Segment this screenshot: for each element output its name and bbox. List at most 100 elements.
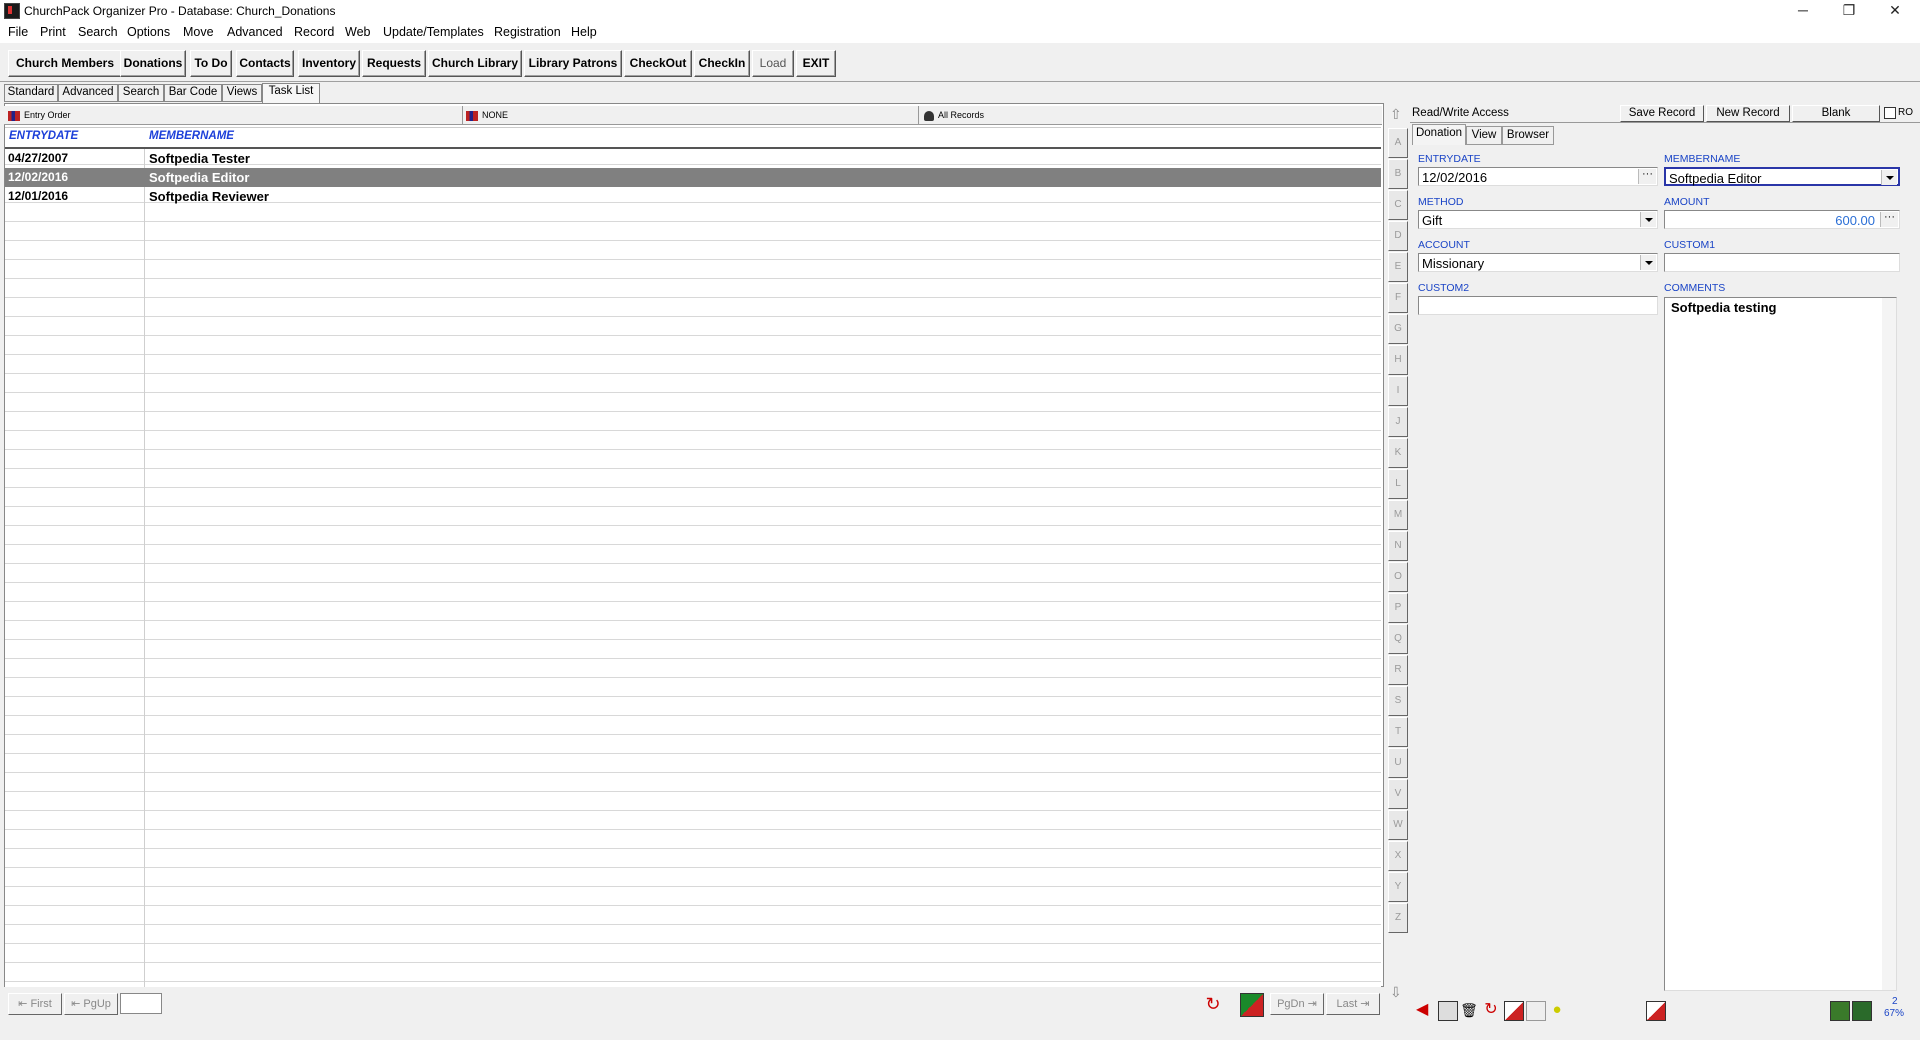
delete-record-icon[interactable]	[1504, 1001, 1524, 1021]
lightbulb-icon[interactable]: ●	[1548, 1001, 1566, 1019]
first-button[interactable]: ⇤ First	[8, 993, 62, 1015]
inventory-button[interactable]: Inventory	[298, 50, 360, 77]
new-record-button[interactable]: New Record	[1706, 105, 1790, 122]
order-selector[interactable]: Entry Order	[4, 106, 463, 124]
print-icon[interactable]	[1438, 1001, 1458, 1021]
blank-button[interactable]: Blank	[1792, 105, 1880, 122]
exit-button[interactable]: EXIT	[796, 50, 836, 77]
checkout-button[interactable]: CheckOut	[624, 50, 692, 77]
tab-standard[interactable]: Standard	[4, 84, 58, 102]
alpha-index-l[interactable]: L	[1388, 469, 1408, 499]
copy-record-icon[interactable]	[1526, 1001, 1546, 1021]
menu-help[interactable]: Help	[571, 25, 597, 39]
alpha-index-w[interactable]: W	[1388, 810, 1408, 840]
alpha-index-q[interactable]: Q	[1388, 624, 1408, 654]
chevron-down-icon[interactable]	[1640, 255, 1656, 270]
alpha-index-r[interactable]: R	[1388, 655, 1408, 685]
chevron-down-icon[interactable]	[1881, 170, 1897, 185]
load-button[interactable]: Load	[752, 50, 794, 77]
table-row[interactable]: 04/27/2007 Softpedia Tester	[5, 149, 1381, 168]
maximize-button[interactable]: ❐	[1826, 0, 1872, 22]
filter-selector[interactable]: NONE	[462, 106, 919, 124]
scroll-down-icon[interactable]: ⇩	[1390, 984, 1402, 1001]
comments-textarea[interactable]: Softpedia testing	[1664, 297, 1897, 991]
alpha-index-d[interactable]: D	[1388, 221, 1408, 251]
tab-view[interactable]: View	[1466, 126, 1502, 145]
alpha-index-x[interactable]: X	[1388, 841, 1408, 871]
tab-bar-code[interactable]: Bar Code	[164, 84, 222, 102]
alpha-index-m[interactable]: M	[1388, 500, 1408, 530]
custom1-field[interactable]	[1664, 253, 1900, 272]
membername-dropdown[interactable]: Softpedia Editor	[1664, 167, 1900, 186]
alpha-index-k[interactable]: K	[1388, 438, 1408, 468]
menu-advanced[interactable]: Advanced	[227, 25, 283, 39]
alpha-index-a[interactable]: A	[1388, 128, 1408, 158]
pgup-button[interactable]: ⇤ PgUp	[64, 993, 118, 1015]
table-row-selected[interactable]: 12/02/2016 Softpedia Editor	[5, 168, 1381, 187]
alpha-index-f[interactable]: F	[1388, 283, 1408, 313]
menu-web[interactable]: Web	[345, 25, 370, 39]
menu-registration[interactable]: Registration	[494, 25, 561, 39]
records-selector[interactable]: All Records	[918, 106, 1382, 124]
goto-record-input[interactable]	[120, 993, 162, 1014]
alpha-index-g[interactable]: G	[1388, 314, 1408, 344]
alpha-index-c[interactable]: C	[1388, 190, 1408, 220]
alpha-index-s[interactable]: S	[1388, 686, 1408, 716]
import-icon[interactable]	[1852, 1001, 1872, 1021]
minimize-button[interactable]: ─	[1780, 0, 1826, 22]
column-header-membername[interactable]: MEMBERNAME	[149, 130, 234, 142]
table-row[interactable]: 12/01/2016 Softpedia Reviewer	[5, 187, 1381, 206]
grid-options-icon[interactable]	[1240, 993, 1264, 1017]
tab-views[interactable]: Views	[222, 84, 262, 102]
account-dropdown[interactable]: Missionary	[1418, 253, 1658, 272]
calculator-button[interactable]: ···	[1880, 212, 1898, 227]
requests-button[interactable]: Requests	[362, 50, 426, 77]
close-button[interactable]: ✕	[1872, 0, 1918, 22]
menu-search[interactable]: Search	[78, 25, 118, 39]
alpha-index-i[interactable]: I	[1388, 376, 1408, 406]
tab-donation[interactable]: Donation	[1412, 124, 1466, 145]
read-only-checkbox[interactable]	[1884, 107, 1896, 119]
contacts-button[interactable]: Contacts	[236, 50, 294, 77]
alpha-index-v[interactable]: V	[1388, 779, 1408, 809]
scroll-up-icon[interactable]: ⇧	[1390, 106, 1402, 123]
menu-record[interactable]: Record	[294, 25, 334, 39]
alpha-index-n[interactable]: N	[1388, 531, 1408, 561]
alpha-index-u[interactable]: U	[1388, 748, 1408, 778]
tab-browser[interactable]: Browser	[1502, 126, 1554, 145]
entrydate-field[interactable]: 12/02/2016 ···	[1418, 167, 1658, 186]
pgdn-button[interactable]: PgDn ⇥	[1270, 993, 1324, 1015]
library-patrons-button[interactable]: Library Patrons	[524, 50, 622, 77]
alpha-index-o[interactable]: O	[1388, 562, 1408, 592]
alpha-index-h[interactable]: H	[1388, 345, 1408, 375]
menu-move[interactable]: Move	[183, 25, 214, 39]
reports-icon[interactable]	[1646, 1001, 1666, 1021]
alpha-index-p[interactable]: P	[1388, 593, 1408, 623]
amount-field[interactable]: 600.00 ···	[1664, 210, 1900, 229]
church-library-button[interactable]: Church Library	[428, 50, 522, 77]
menu-update-templates[interactable]: Update/Templates	[383, 25, 484, 39]
last-button[interactable]: Last ⇥	[1326, 993, 1380, 1015]
trash-icon[interactable]: 🗑	[1460, 1001, 1478, 1019]
alpha-index-z[interactable]: Z	[1388, 903, 1408, 933]
tab-search[interactable]: Search	[118, 84, 164, 102]
todo-button[interactable]: To Do	[190, 50, 232, 77]
back-arrow-icon[interactable]: ◀	[1416, 1001, 1434, 1019]
chevron-down-icon[interactable]	[1640, 212, 1656, 227]
undo-icon[interactable]: ↻	[1482, 1001, 1500, 1019]
checkin-button[interactable]: CheckIn	[694, 50, 750, 77]
menu-options[interactable]: Options	[127, 25, 170, 39]
date-picker-button[interactable]: ···	[1638, 169, 1656, 184]
alpha-index-e[interactable]: E	[1388, 252, 1408, 282]
export-icon[interactable]	[1830, 1001, 1850, 1021]
column-header-entrydate[interactable]: ENTRYDATE	[9, 130, 78, 142]
alpha-index-y[interactable]: Y	[1388, 872, 1408, 902]
menu-print[interactable]: Print	[40, 25, 66, 39]
refresh-icon[interactable]: ↻	[1202, 993, 1224, 1015]
comments-scrollbar[interactable]	[1882, 298, 1896, 990]
custom2-field[interactable]	[1418, 296, 1658, 315]
tab-advanced[interactable]: Advanced	[58, 84, 118, 102]
menu-file[interactable]: File	[8, 25, 28, 39]
alpha-index-t[interactable]: T	[1388, 717, 1408, 747]
donations-button[interactable]: Donations	[120, 50, 186, 77]
